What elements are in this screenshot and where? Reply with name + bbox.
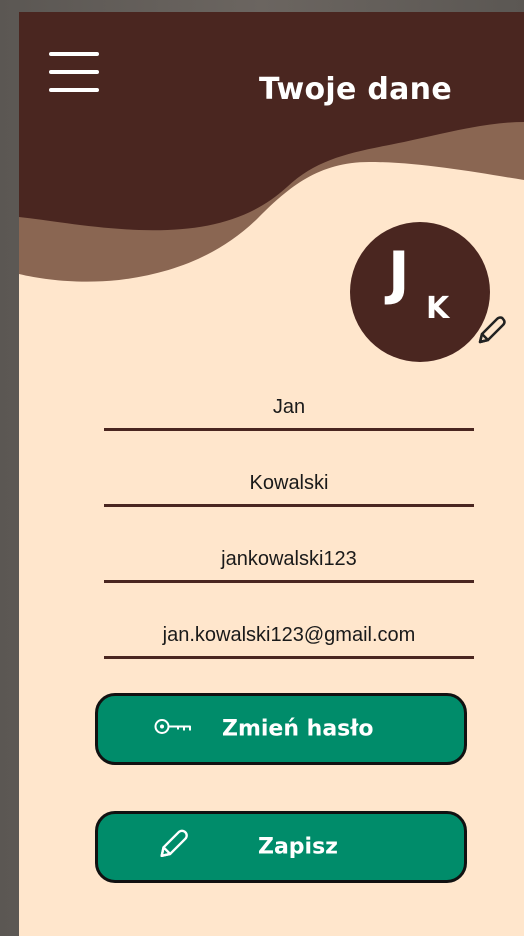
avatar-initial-last: K — [426, 291, 450, 326]
first-name-input[interactable] — [104, 388, 474, 426]
avatar: J K — [350, 222, 490, 362]
profile-screen: Twoje dane J K Jan Kowalski jankowalski1… — [19, 12, 524, 936]
pencil-icon[interactable] — [472, 314, 508, 350]
change-password-label: Zmień hasło — [222, 716, 374, 742]
save-label: Zapisz — [258, 834, 338, 860]
username-field[interactable] — [104, 538, 474, 583]
page-title: Twoje dane — [259, 72, 452, 107]
username-input[interactable] — [104, 540, 474, 578]
change-password-button[interactable]: Zmień hasło — [95, 693, 467, 765]
save-button[interactable]: Zapisz — [95, 811, 467, 883]
key-icon — [154, 716, 192, 743]
device-frame: Twoje dane J K Jan Kowalski jankowalski1… — [0, 0, 524, 936]
hamburger-menu-icon[interactable] — [49, 50, 101, 94]
email-field[interactable] — [104, 614, 474, 659]
pencil-icon — [156, 828, 190, 867]
last-name-field[interactable] — [104, 462, 474, 507]
last-name-input[interactable] — [104, 464, 474, 502]
first-name-field[interactable] — [104, 386, 474, 431]
email-input[interactable] — [104, 616, 474, 654]
avatar-initial-first: J — [388, 239, 410, 307]
